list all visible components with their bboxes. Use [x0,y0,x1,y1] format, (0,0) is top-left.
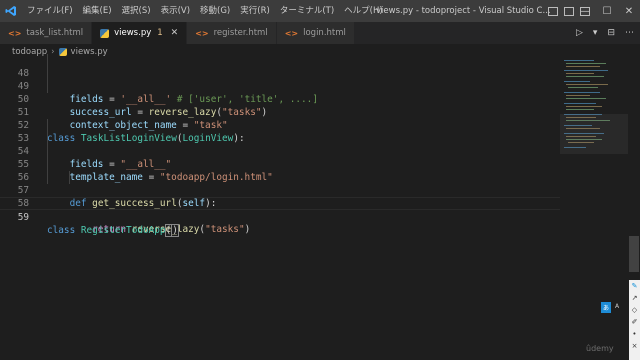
tab-bar: <> task_list.html views.py 1 ✕ <> regist… [0,22,640,44]
code-line: 52 class TaskListLoginView(LoginView): [0,106,560,144]
code-line: 57 return reverse_lazy("tasks") [0,171,560,235]
code-line: 49 success_url = reverse_lazy("tasks") [0,67,560,118]
code-line: 56 def get_success_url(self): [0,158,560,209]
marker-icon[interactable]: ✐ [629,316,640,328]
tab-label: login.html [303,28,346,38]
code-line: 50 context_object_name = "task" [0,80,560,131]
menu-bar: ファイル(F) 編集(E) 選択(S) 表示(V) 移動(G) 実行(R) ター… [22,0,388,22]
code-line: 58 [0,184,560,209]
code-line-current: 59 class RegisterTodoApp() [0,197,560,237]
title-bar: ファイル(F) 編集(E) 選択(S) 表示(V) 移動(G) 実行(R) ター… [0,0,640,22]
dot-icon[interactable]: • [629,328,640,340]
menu-selection[interactable]: 選択(S) [117,0,156,22]
arrow-icon[interactable]: ↗ [629,292,640,304]
ime-hiragana-badge: あ [601,302,612,313]
code-line: 51 [0,93,560,118]
tab-label: task_list.html [26,28,84,38]
tab-login-html[interactable]: <> login.html [276,22,355,44]
editor-actions: ▷ ▾ ⊟ ⋯ [576,22,634,44]
menu-run[interactable]: 実行(R) [235,0,275,22]
menu-go[interactable]: 移動(G) [195,0,235,22]
indent-guide [47,132,48,145]
indent-guide [47,119,48,132]
maximize-button[interactable]: ☐ [596,0,618,22]
close-tab-icon[interactable]: ✕ [171,28,179,38]
scrollbar-thumb[interactable] [629,236,639,272]
html-icon: <> [195,28,209,38]
close-window-button[interactable]: ✕ [618,0,640,22]
ime-badge: あ A [601,302,621,313]
indent-guide [47,171,48,184]
pen-icon[interactable]: ✎ [629,280,640,292]
code-line: 54 template_name = "todoapp/login.html" [0,132,560,183]
indent-guide [47,145,48,158]
chevron-down-icon[interactable]: ▾ [593,28,598,38]
indent-guide [47,80,48,93]
problem-count-badge: 1 [157,28,163,38]
indent-guide [69,171,70,184]
toggle-panel-icon[interactable] [564,6,574,16]
run-icon[interactable]: ▷ [576,28,583,38]
code-line: 48 fields = '__all__' # ['user', 'title'… [0,54,560,105]
vscode-logo-icon [0,0,22,22]
toggle-sidebar-icon[interactable] [548,6,558,16]
python-icon [100,28,110,38]
window-title: views.py - todoproject - Visual Studio C… [376,6,551,16]
ime-alpha-badge: A [615,303,620,310]
tab-task-list-html[interactable]: <> task_list.html [0,22,93,44]
split-editor-icon[interactable]: ⊟ [607,28,615,38]
more-actions-icon[interactable]: ⋯ [625,28,634,38]
line-number: 59 [17,212,29,223]
indent-guide [47,54,48,67]
html-icon: <> [8,28,22,38]
code-line: 53 fields = "__all__" [0,119,560,170]
code-text: class RegisterTodoApp() [47,224,179,237]
menu-view[interactable]: 表示(V) [156,0,195,22]
tab-label: register.html [213,28,268,38]
tab-label: views.py [114,28,152,38]
menu-edit[interactable]: 編集(E) [78,0,117,22]
code-line: 55 [0,145,560,170]
close-icon[interactable]: × [629,340,640,352]
window-controls: — ☐ ✕ [574,0,640,22]
menu-file[interactable]: ファイル(F) [22,0,78,22]
minimap[interactable] [560,54,628,360]
indent-guide [47,158,48,171]
minimize-button[interactable]: — [574,0,596,22]
tab-views-py[interactable]: views.py 1 ✕ [92,22,188,44]
side-tool-panel: ✎ ↗ ◇ ✐ • × [629,280,640,360]
watermark: ûdemy [586,344,614,353]
menu-terminal[interactable]: ターミナル(T) [275,0,339,22]
tab-register-html[interactable]: <> register.html [187,22,277,44]
code-editor[interactable]: 48 fields = '__all__' # ['user', 'title'… [0,54,560,360]
html-icon: <> [284,28,299,38]
indent-guide [47,67,48,80]
eraser-icon[interactable]: ◇ [629,304,640,316]
